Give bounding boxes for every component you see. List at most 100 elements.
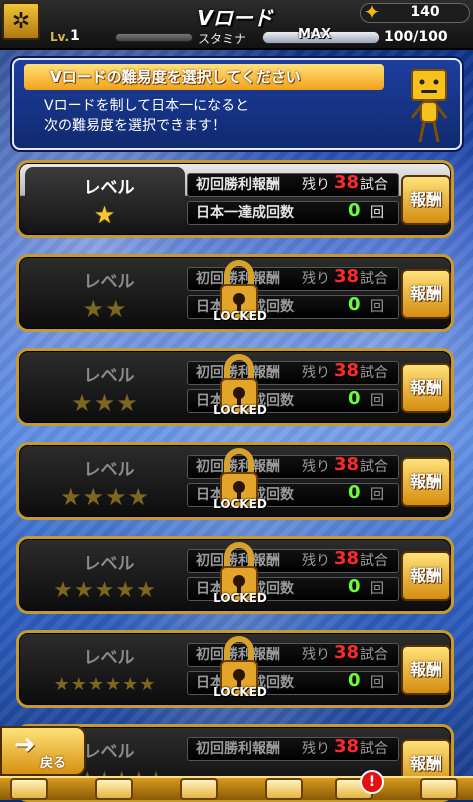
level-label: レベル bbox=[83, 648, 135, 668]
page-title: Vロード bbox=[197, 6, 273, 30]
matches-unit: 試合 bbox=[360, 647, 388, 663]
count-unit: 回 bbox=[370, 393, 384, 409]
level-card[interactable]: レベル ★ 初回勝利報酬 残り 38 試合 日本一達成回数 0 回 報酬 bbox=[16, 160, 454, 238]
reward-button[interactable]: 報酬 bbox=[401, 269, 451, 319]
champion-count: 0 bbox=[348, 576, 361, 597]
first-win-reward-row: 初回勝利報酬 残り 38 試合 bbox=[187, 736, 399, 761]
info-title: Vロードの難易度を選択してください bbox=[24, 64, 384, 90]
remaining-label: 残り bbox=[302, 271, 330, 287]
count-unit: 回 bbox=[370, 487, 384, 503]
matches-unit: 試合 bbox=[360, 553, 388, 569]
star-icon: ★ bbox=[116, 389, 139, 417]
level-label: レベル bbox=[83, 554, 135, 574]
experience-bar bbox=[115, 33, 193, 42]
back-arrow-icon: ➜ bbox=[14, 730, 36, 760]
star-icon: ★ bbox=[71, 389, 94, 417]
reward-button[interactable]: 報酬 bbox=[401, 645, 451, 695]
count-unit: 回 bbox=[370, 581, 384, 597]
stamina-max-label: MAX bbox=[298, 27, 332, 42]
level-card: レベル ★★★ 初回勝利報酬 残り 38 試合 日本一達成回数 0 回 報酬 L… bbox=[16, 348, 454, 426]
difficulty-stars: ★★★★★★ bbox=[25, 671, 185, 699]
level-card: レベル ★★★★★★ 初回勝利報酬 残り 38 試合 日本一達成回数 0 回 報… bbox=[16, 630, 454, 708]
remaining-label: 残り bbox=[302, 177, 330, 193]
star-icon: ★ bbox=[53, 674, 71, 695]
remaining-count: 38 bbox=[334, 266, 360, 287]
champion-count: 0 bbox=[348, 388, 361, 409]
back-button[interactable]: ➜ 戻る bbox=[0, 726, 86, 776]
champion-label: 日本一達成回数 bbox=[196, 205, 294, 221]
star-icon: ★ bbox=[59, 483, 83, 511]
locked-label: LOCKED bbox=[213, 685, 267, 699]
bottom-nav-item-1[interactable] bbox=[10, 778, 48, 800]
remaining-count: 38 bbox=[334, 454, 360, 475]
level-label: レベル bbox=[83, 178, 135, 198]
back-label: 戻る bbox=[40, 756, 67, 771]
remaining-count: 38 bbox=[334, 642, 360, 663]
star-icon: ★ bbox=[139, 674, 157, 695]
star-icon: ★ bbox=[136, 578, 157, 603]
star-icon: ★ bbox=[105, 483, 128, 511]
star-icon: ★ bbox=[93, 389, 117, 417]
level-label: レベル bbox=[83, 366, 135, 386]
star-icon: ★ bbox=[70, 674, 88, 695]
level-card: レベル ★★★★★ 初回勝利報酬 残り 38 試合 日本一達成回数 0 回 報酬… bbox=[16, 536, 454, 614]
locked-label: LOCKED bbox=[213, 403, 267, 417]
emblem-icon: ✲ bbox=[11, 8, 31, 34]
star-icon: ★ bbox=[82, 295, 105, 323]
coin-icon: ✦ bbox=[363, 0, 381, 24]
level-card: レベル ★★★★ 初回勝利報酬 残り 38 試合 日本一達成回数 0 回 報酬 … bbox=[16, 442, 454, 520]
stamina-value: 100/100 bbox=[384, 29, 448, 45]
count-unit: 回 bbox=[370, 675, 384, 691]
first-win-label: 初回勝利報酬 bbox=[196, 177, 280, 193]
bottom-nav-item-2[interactable] bbox=[95, 778, 133, 800]
difficulty-stars: ★★★ bbox=[25, 389, 185, 417]
difficulty-info-panel: Vロードの難易度を選択してください Vロードを制して日本一になると 次の難易度を… bbox=[12, 58, 462, 150]
matches-unit: 試合 bbox=[360, 177, 388, 193]
mascot-character-icon bbox=[410, 69, 448, 143]
difficulty-stars: ★★★★★ bbox=[25, 577, 185, 605]
champion-count: 0 bbox=[348, 482, 361, 503]
difficulty-stars: ★★★★ bbox=[25, 483, 185, 511]
menu-emblem-button[interactable]: ✲ bbox=[2, 2, 40, 40]
star-icon: ★ bbox=[105, 674, 123, 695]
level-label: レベル bbox=[83, 272, 135, 292]
remaining-count: 38 bbox=[334, 548, 360, 569]
notification-badge: ! bbox=[360, 770, 384, 794]
reward-button[interactable]: 報酬 bbox=[401, 363, 451, 413]
remaining-count: 38 bbox=[334, 172, 360, 193]
star-icon: ★ bbox=[105, 295, 128, 323]
reward-button[interactable]: 報酬 bbox=[401, 551, 451, 601]
star-icon: ★ bbox=[122, 674, 140, 695]
remaining-count: 38 bbox=[334, 736, 360, 757]
remaining-count: 38 bbox=[334, 360, 360, 381]
remaining-label: 残り bbox=[302, 647, 330, 663]
level-label: レベル bbox=[83, 460, 135, 480]
remaining-label: 残り bbox=[302, 365, 330, 381]
difficulty-stars: ★★ bbox=[25, 295, 185, 323]
level-value: 1 bbox=[70, 28, 80, 44]
star-icon: ★ bbox=[127, 483, 151, 511]
star-icon: ★ bbox=[53, 578, 74, 603]
bottom-nav-item-3[interactable] bbox=[180, 778, 218, 800]
remaining-label: 残り bbox=[302, 741, 330, 757]
matches-unit: 試合 bbox=[360, 271, 388, 287]
star-icon: ★ bbox=[82, 483, 105, 511]
stamina-label: スタミナ bbox=[198, 32, 247, 46]
matches-unit: 試合 bbox=[360, 365, 388, 381]
star-icon: ★ bbox=[94, 578, 116, 603]
star-icon: ★ bbox=[115, 578, 137, 603]
coin-count: 140 bbox=[410, 4, 440, 20]
count-unit: 回 bbox=[370, 205, 384, 221]
reward-button[interactable]: 報酬 bbox=[401, 457, 451, 507]
remaining-label: 残り bbox=[302, 459, 330, 475]
locked-label: LOCKED bbox=[213, 591, 267, 605]
reward-button[interactable]: 報酬 bbox=[401, 175, 451, 225]
locked-label: LOCKED bbox=[213, 309, 267, 323]
info-description: Vロードを制して日本一になると 次の難易度を選択できます！ bbox=[44, 98, 250, 134]
bottom-nav-item-4[interactable] bbox=[265, 778, 303, 800]
bottom-nav-item-6[interactable] bbox=[420, 778, 458, 800]
first-win-label: 初回勝利報酬 bbox=[196, 741, 280, 757]
top-status-bar: ✲ Vロード ✦ 140 Lv. 1 スタミナ MAX 100/100 bbox=[0, 0, 473, 50]
difficulty-stars: ★ bbox=[25, 201, 185, 229]
count-unit: 回 bbox=[370, 299, 384, 315]
